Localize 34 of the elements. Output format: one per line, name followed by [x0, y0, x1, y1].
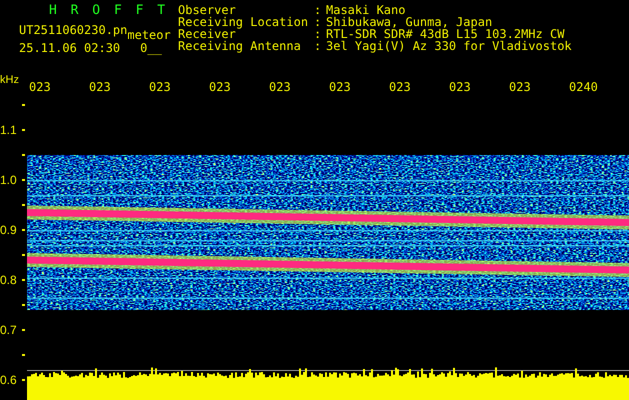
- frequency-label: 0.9: [0, 222, 18, 239]
- info-value: 3el Yagi(V) Az 330 for Vladivostok: [326, 40, 572, 52]
- info-value: Masaki Kano: [326, 4, 406, 16]
- file-name: UT2511060230.pn: [19, 24, 128, 36]
- mode-label: meteor: [127, 29, 171, 41]
- info-label: Observer: [178, 4, 236, 16]
- timestamp: 25.11.06 02:30: [19, 42, 120, 54]
- info-label: Receiver: [178, 28, 236, 40]
- time-label: 023: [29, 80, 52, 96]
- frequency-unit: kHz: [0, 74, 20, 88]
- time-label: 023: [329, 80, 352, 96]
- frequency-label: 0.7: [0, 322, 18, 339]
- info-label: Receiving Antenna: [178, 40, 302, 52]
- info-value: RTL-SDR SDR# 43dB L15 103.2MHz CW: [326, 28, 564, 40]
- time-label: 0240: [569, 80, 599, 96]
- info-separator: :: [314, 28, 322, 40]
- info-label: Receiving Location: [178, 16, 310, 28]
- time-label: 023: [149, 80, 172, 96]
- frequency-label: 0.8: [0, 272, 18, 289]
- time-label: 023: [89, 80, 112, 96]
- counter-label: 0__: [140, 42, 162, 54]
- info-separator: :: [314, 16, 322, 28]
- time-label: 023: [509, 80, 532, 96]
- time-label: 023: [389, 80, 412, 96]
- frequency-label: 1.1: [0, 122, 18, 139]
- frequency-label: 0.6: [0, 372, 18, 389]
- info-separator: :: [314, 4, 322, 16]
- time-label: 023: [449, 80, 472, 96]
- info-separator: :: [314, 40, 322, 52]
- frequency-label: 1.0: [0, 172, 18, 189]
- time-label: 023: [209, 80, 232, 96]
- app-title: H R O F F T: [48, 4, 170, 18]
- time-label: 023: [269, 80, 292, 96]
- info-value: Shibukawa, Gunma, Japan: [326, 16, 492, 28]
